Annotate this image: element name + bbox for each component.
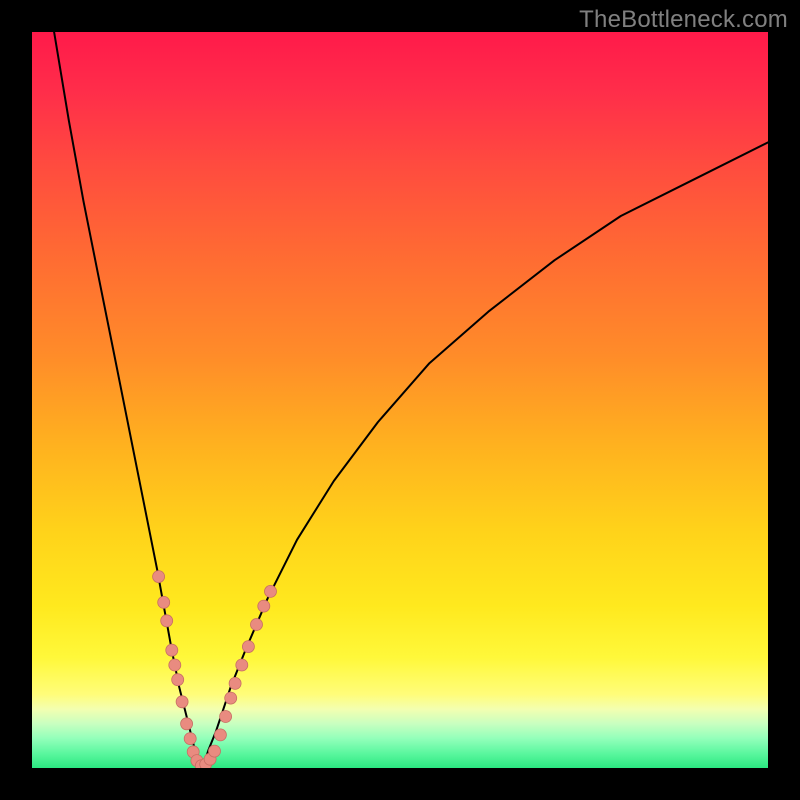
data-dot: [161, 615, 173, 627]
data-dot: [181, 718, 193, 730]
data-dot: [214, 729, 226, 741]
data-dot: [229, 677, 241, 689]
data-dot: [265, 585, 277, 597]
data-dot: [166, 644, 178, 656]
data-dot: [225, 692, 237, 704]
data-dots: [153, 571, 277, 768]
bottleneck-curve: [54, 32, 768, 766]
data-dot: [169, 659, 181, 671]
plot-frame: [32, 32, 768, 768]
data-dot: [258, 600, 270, 612]
data-dot: [176, 696, 188, 708]
data-dot: [158, 596, 170, 608]
data-dot: [220, 711, 232, 723]
data-dot: [242, 641, 254, 653]
watermark-text: TheBottleneck.com: [579, 6, 788, 34]
data-dot: [184, 733, 196, 745]
data-dot: [209, 745, 221, 757]
data-dot: [172, 674, 184, 686]
bottleneck-chart: [32, 32, 768, 768]
data-dot: [236, 659, 248, 671]
data-dot: [153, 571, 165, 583]
data-dot: [251, 619, 263, 631]
